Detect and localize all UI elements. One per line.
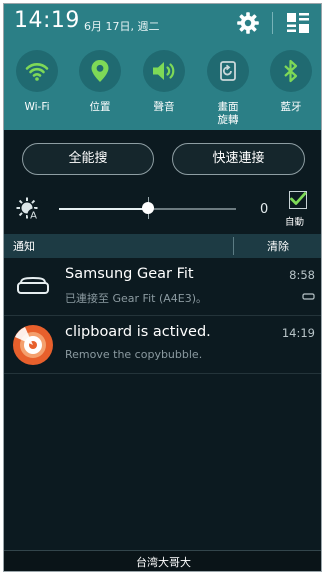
- notification-gear-fit[interactable]: Samsung Gear Fit 已連接至 Gear Fit (A4E3)。 8…: [4, 259, 321, 316]
- carrier-name: 台湾大哥大: [136, 556, 191, 569]
- notification-time: 14:19: [281, 326, 315, 340]
- search-button[interactable]: 全能搜: [22, 143, 154, 175]
- toggle-location[interactable]: 位置: [75, 50, 125, 114]
- gear-fit-icon: [17, 276, 49, 294]
- checkmark-icon: [290, 192, 307, 205]
- toggle-label: 藍牙: [280, 101, 302, 113]
- notifications-title: 通知: [13, 240, 35, 253]
- quick-toggles: Wi-Fi 位置 聲音 畫面 旋轉 藍牙: [4, 50, 321, 128]
- brightness-slider[interactable]: [59, 197, 236, 219]
- toggle-sound[interactable]: 聲音: [139, 50, 189, 114]
- toggle-label: 聲音: [153, 101, 175, 113]
- clock: 14:19: [14, 8, 80, 33]
- brightness-slider-thumb[interactable]: [141, 202, 154, 214]
- status-bar: 14:19 6月 17日, 週二: [4, 4, 321, 42]
- gear-fit-small-icon: [302, 293, 315, 300]
- notification-subtitle: 已連接至 Gear Fit (A4E3)。: [65, 292, 207, 305]
- notification-title: clipboard is actived.: [65, 324, 211, 340]
- toggle-label: Wi-Fi: [24, 101, 50, 113]
- carrier-bar: 台湾大哥大: [4, 550, 321, 571]
- status-divider: [272, 12, 273, 34]
- toggle-label: 畫面 旋轉: [217, 101, 239, 126]
- date: 6月 17日, 週二: [84, 20, 160, 33]
- rotate-icon: [220, 61, 236, 81]
- clipboard-bubble-icon: [13, 325, 53, 365]
- toggle-bluetooth[interactable]: 藍牙: [266, 50, 316, 114]
- quick-settings-panel: 14:19 6月 17日, 週二 Wi-Fi 位置 聲音 畫面 旋轉 藍牙: [4, 4, 321, 130]
- grid-icon[interactable]: [286, 12, 310, 34]
- toggle-wifi[interactable]: Wi-Fi: [12, 50, 62, 114]
- bluetooth-icon: [284, 59, 298, 83]
- location-icon: [91, 60, 109, 82]
- brightness-value: 0: [260, 202, 269, 217]
- notification-shade: 14:19 6月 17日, 週二 Wi-Fi 位置 聲音 畫面 旋轉 藍牙 全能…: [3, 3, 322, 572]
- notification-subtitle: Remove the copybubble.: [65, 348, 203, 361]
- auto-brightness-label: 自動: [285, 217, 305, 228]
- action-buttons: 全能搜 快速連接: [4, 140, 321, 180]
- clear-button[interactable]: 清除: [233, 238, 321, 254]
- toggle-rotation[interactable]: 畫面 旋轉: [203, 50, 253, 127]
- sound-icon: [153, 62, 175, 80]
- notification-title: Samsung Gear Fit: [65, 266, 194, 282]
- quick-connect-button[interactable]: 快速連接: [172, 143, 305, 175]
- toggle-label: 位置: [89, 101, 111, 113]
- auto-brightness-checkbox[interactable]: [289, 191, 307, 209]
- gear-icon[interactable]: [236, 11, 260, 35]
- svg-text:A: A: [30, 211, 37, 222]
- brightness-row: A 0 自動: [4, 186, 321, 234]
- brightness-auto-icon: A: [16, 197, 40, 221]
- wifi-icon: [25, 63, 49, 81]
- brightness-slider-fill: [59, 208, 148, 210]
- notification-time: 8:58: [289, 268, 315, 282]
- notification-clipboard[interactable]: clipboard is actived. Remove the copybub…: [4, 317, 321, 374]
- notifications-header: 通知 清除: [4, 234, 321, 258]
